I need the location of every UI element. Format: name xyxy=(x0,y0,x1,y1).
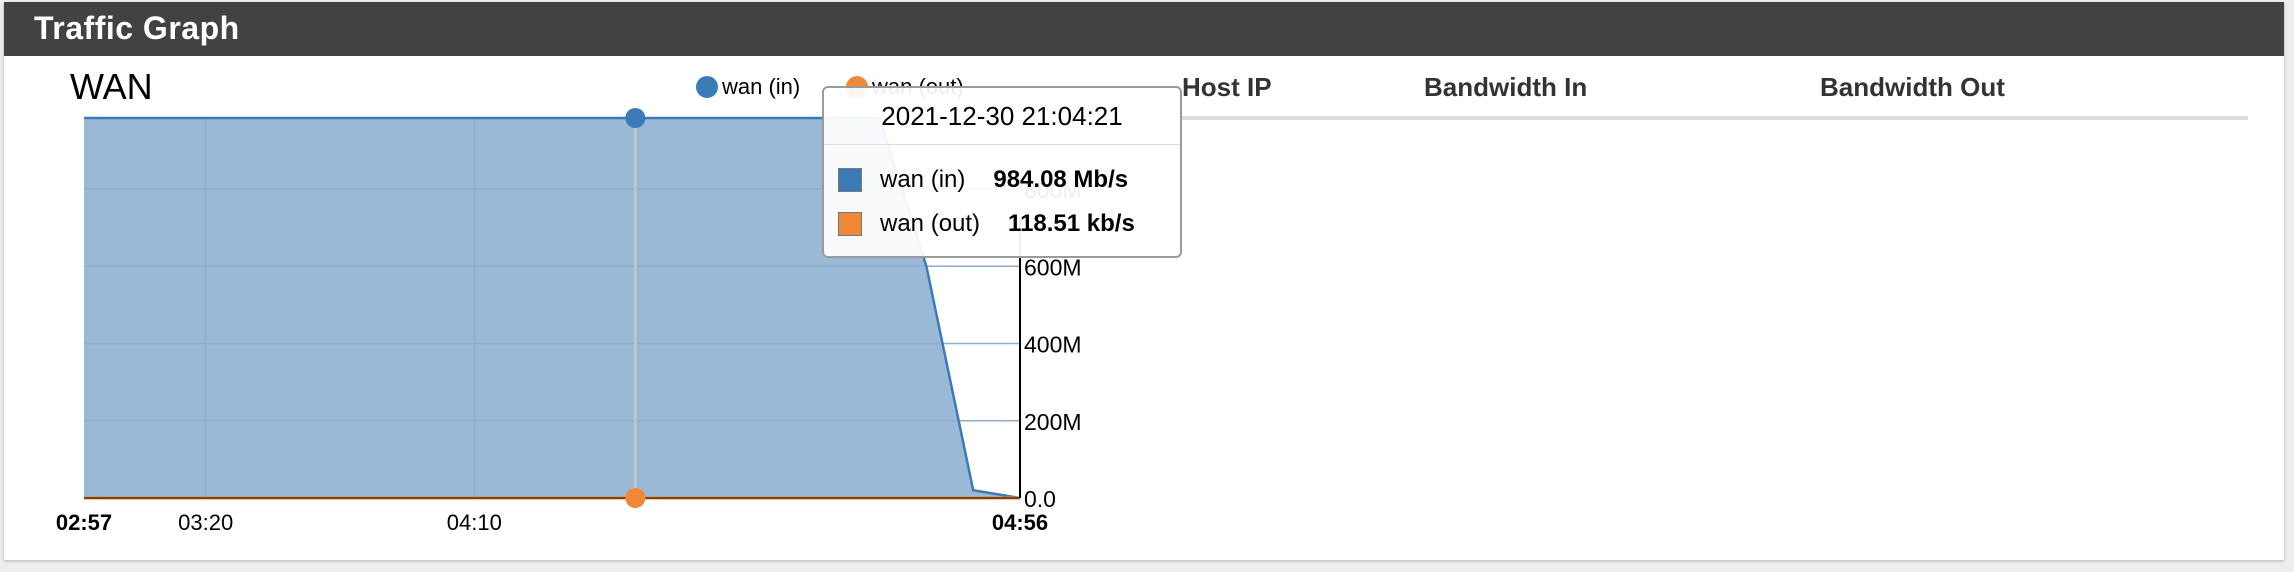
chart-tooltip: 2021-12-30 21:04:21 wan (in) 984.08 Mb/s w… xyxy=(822,86,1182,258)
hover-point-wan-out xyxy=(625,488,646,508)
tooltip-series-value: 984.08 Mb/s xyxy=(993,166,1129,193)
hover-point-wan-in xyxy=(625,108,646,128)
legend-dot-icon xyxy=(696,76,718,98)
table-header-bandwidth-out[interactable]: Bandwidth Out xyxy=(1820,72,2005,103)
x-tick-label: 04:56 xyxy=(992,510,1048,535)
tooltip-series-label: wan (in) xyxy=(880,166,966,193)
tooltip-row: wan (in) 984.08 Mb/s xyxy=(838,166,1128,194)
x-tick-label: 03:20 xyxy=(178,510,233,535)
x-tick-label: 02:57 xyxy=(56,510,112,535)
tooltip-series-value: 118.51 kb/s xyxy=(1008,210,1135,237)
graph-title: WAN xyxy=(70,66,153,107)
table-header-divider xyxy=(1176,116,2248,120)
y-tick-label: 400M xyxy=(1024,332,1082,358)
table-header-bandwidth-in[interactable]: Bandwidth In xyxy=(1424,72,1587,103)
x-tick-label: 04:10 xyxy=(447,510,502,535)
y-tick-label: 600M xyxy=(1024,254,1082,280)
legend-item-wan-in[interactable]: wan (in) xyxy=(696,74,800,100)
tooltip-swatch-icon xyxy=(838,212,862,236)
table-header-host-ip[interactable]: Host IP xyxy=(1182,72,1272,103)
legend-label: wan (in) xyxy=(722,74,801,99)
y-tick-label: 200M xyxy=(1024,409,1082,435)
tooltip-swatch-icon xyxy=(838,168,862,192)
y-tick-label: 0.0 xyxy=(1024,486,1056,512)
tooltip-series-label: wan (out) xyxy=(880,210,981,237)
tooltip-row: wan (out) 118.51 kb/s xyxy=(838,210,1135,238)
tooltip-timestamp: 2021-12-30 21:04:21 xyxy=(824,88,1180,145)
